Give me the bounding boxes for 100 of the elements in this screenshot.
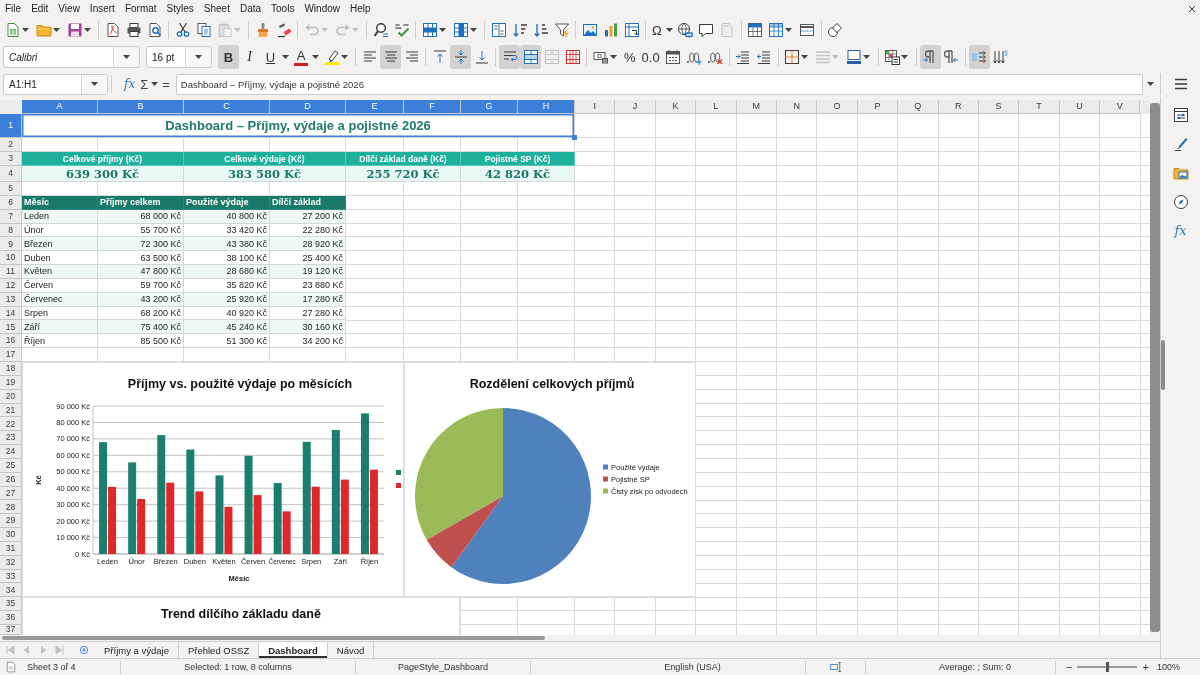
row-header[interactable]: 35 bbox=[0, 597, 22, 612]
menu-item[interactable]: Format bbox=[119, 0, 162, 17]
column-header[interactable]: Q bbox=[898, 100, 939, 114]
comment-icon[interactable] bbox=[698, 22, 715, 38]
align-center-button[interactable] bbox=[380, 45, 401, 69]
filter-icon[interactable] bbox=[553, 22, 570, 38]
search-icon[interactable] bbox=[372, 22, 389, 38]
scrollbar-thumb[interactable] bbox=[1150, 103, 1160, 632]
row-header[interactable]: 24 bbox=[0, 445, 22, 459]
resize-handle[interactable] bbox=[1161, 340, 1165, 390]
formula-input-field[interactable]: Dashboard – Příjmy, výdaje a pojistné 2026 bbox=[175, 73, 1143, 95]
caret-icon[interactable] bbox=[801, 55, 809, 59]
delete-decimal-icon[interactable] bbox=[707, 49, 724, 65]
eraser-icon[interactable] bbox=[275, 22, 292, 38]
caret-icon[interactable] bbox=[609, 55, 617, 59]
paintbrush-icon[interactable] bbox=[1172, 136, 1189, 152]
formula-button[interactable]: = bbox=[160, 76, 172, 92]
chart-panel[interactable]: Trend dílčího základu daně bbox=[22, 597, 460, 635]
row-header[interactable]: 1 bbox=[0, 114, 22, 138]
row-header[interactable]: 11 bbox=[0, 265, 22, 279]
column-header[interactable]: U bbox=[1059, 100, 1101, 114]
row-header[interactable]: 2 bbox=[0, 138, 22, 152]
font-name-field[interactable]: Calibri bbox=[3, 46, 140, 68]
row-header[interactable]: 10 bbox=[0, 251, 22, 266]
column-header[interactable]: O bbox=[817, 100, 858, 114]
column-header[interactable]: N bbox=[776, 100, 818, 114]
sort-ascending-icon[interactable] bbox=[511, 22, 528, 38]
colored-table-icon[interactable] bbox=[884, 49, 901, 65]
column-header[interactable]: I bbox=[575, 100, 616, 114]
highlighter-icon[interactable] bbox=[323, 49, 340, 65]
row-header[interactable]: 4 bbox=[0, 166, 22, 182]
dropdown-button[interactable] bbox=[113, 47, 139, 67]
caret-icon[interactable] bbox=[83, 28, 91, 32]
column-header[interactable]: T bbox=[1019, 100, 1060, 114]
italic-button[interactable]: I bbox=[239, 45, 260, 69]
left-to-right-button[interactable] bbox=[919, 45, 941, 69]
spreadsheet-document-icon[interactable] bbox=[4, 22, 21, 38]
column-header[interactable]: M bbox=[736, 100, 777, 114]
save-icon[interactable] bbox=[66, 22, 83, 38]
wrap-text-button[interactable] bbox=[499, 45, 520, 69]
column-header[interactable]: P bbox=[857, 100, 899, 114]
caret-icon[interactable] bbox=[469, 28, 477, 32]
monitor-icon[interactable] bbox=[846, 49, 863, 65]
menu-item[interactable]: Window bbox=[299, 0, 345, 17]
table-arrow-icon[interactable] bbox=[623, 22, 640, 38]
name-box-field[interactable]: A1:H1 bbox=[3, 73, 108, 95]
sort-descending-icon[interactable] bbox=[532, 22, 549, 38]
grid-icon[interactable] bbox=[564, 49, 581, 65]
compass-icon[interactable] bbox=[1172, 194, 1189, 210]
column-header[interactable]: L bbox=[696, 100, 737, 114]
bold-button[interactable]: B bbox=[218, 45, 239, 69]
zoom-out-button[interactable]: − bbox=[1064, 661, 1075, 673]
caret-icon[interactable] bbox=[901, 55, 909, 59]
caret-icon[interactable] bbox=[665, 28, 673, 32]
properties-icon[interactable] bbox=[1172, 107, 1189, 123]
row-header[interactable]: 15 bbox=[0, 320, 22, 335]
menu-item[interactable]: Data bbox=[234, 0, 267, 17]
caret-icon[interactable] bbox=[282, 55, 289, 59]
two-columns-icon[interactable] bbox=[490, 22, 507, 38]
column-header[interactable]: J bbox=[615, 100, 656, 114]
window-icon[interactable] bbox=[799, 22, 816, 38]
document-magnifier-icon[interactable] bbox=[146, 22, 163, 38]
font-size-field[interactable]: 16 pt bbox=[146, 46, 212, 68]
row-grid-icon[interactable] bbox=[421, 22, 438, 38]
functions-button[interactable]: fx bbox=[1174, 223, 1187, 239]
sheet-tab[interactable]: Dashboard bbox=[259, 642, 328, 658]
menu-item[interactable]: View bbox=[53, 0, 85, 17]
column-header[interactable]: G bbox=[461, 100, 518, 114]
banknote-icon[interactable] bbox=[592, 49, 609, 65]
globe-link-icon[interactable] bbox=[677, 22, 694, 38]
gallery-icon[interactable] bbox=[1172, 165, 1189, 181]
column-header[interactable]: K bbox=[655, 100, 697, 114]
menu-item[interactable]: File bbox=[0, 0, 27, 17]
row-header[interactable]: 29 bbox=[0, 514, 22, 529]
indent-increase-icon[interactable] bbox=[735, 49, 752, 65]
column-header[interactable]: D bbox=[270, 100, 346, 114]
special-character-button[interactable]: Ω bbox=[649, 18, 665, 42]
add-decimal-icon[interactable] bbox=[686, 49, 703, 65]
menu-item[interactable]: Sheet bbox=[198, 0, 235, 17]
fill-handle-icon[interactable] bbox=[572, 135, 577, 140]
column-header[interactable]: B bbox=[98, 100, 184, 114]
checkmark-icon[interactable] bbox=[393, 22, 410, 38]
column-header[interactable]: E bbox=[346, 100, 404, 114]
row-header[interactable]: 34 bbox=[0, 583, 22, 598]
dropdown-button[interactable] bbox=[81, 74, 107, 94]
caret-icon[interactable] bbox=[863, 55, 871, 59]
caret-icon[interactable] bbox=[785, 28, 793, 32]
zoom-percent[interactable]: 100% bbox=[1156, 662, 1180, 672]
dropdown-button[interactable] bbox=[185, 47, 211, 67]
row-header[interactable]: 9 bbox=[0, 237, 22, 252]
row-header[interactable]: 17 bbox=[0, 348, 22, 362]
sheet-tab[interactable]: Příjmy a výdaje bbox=[95, 642, 179, 658]
horizontal-text-button[interactable] bbox=[968, 45, 990, 69]
caret-icon[interactable] bbox=[1147, 82, 1154, 86]
caret-icon[interactable] bbox=[312, 55, 319, 59]
row-header[interactable]: 36 bbox=[0, 611, 22, 625]
column-header[interactable]: R bbox=[938, 100, 979, 114]
row-header[interactable]: 5 bbox=[0, 182, 22, 196]
column-header[interactable]: F bbox=[404, 100, 461, 114]
menu-item[interactable]: Tools bbox=[266, 0, 300, 17]
